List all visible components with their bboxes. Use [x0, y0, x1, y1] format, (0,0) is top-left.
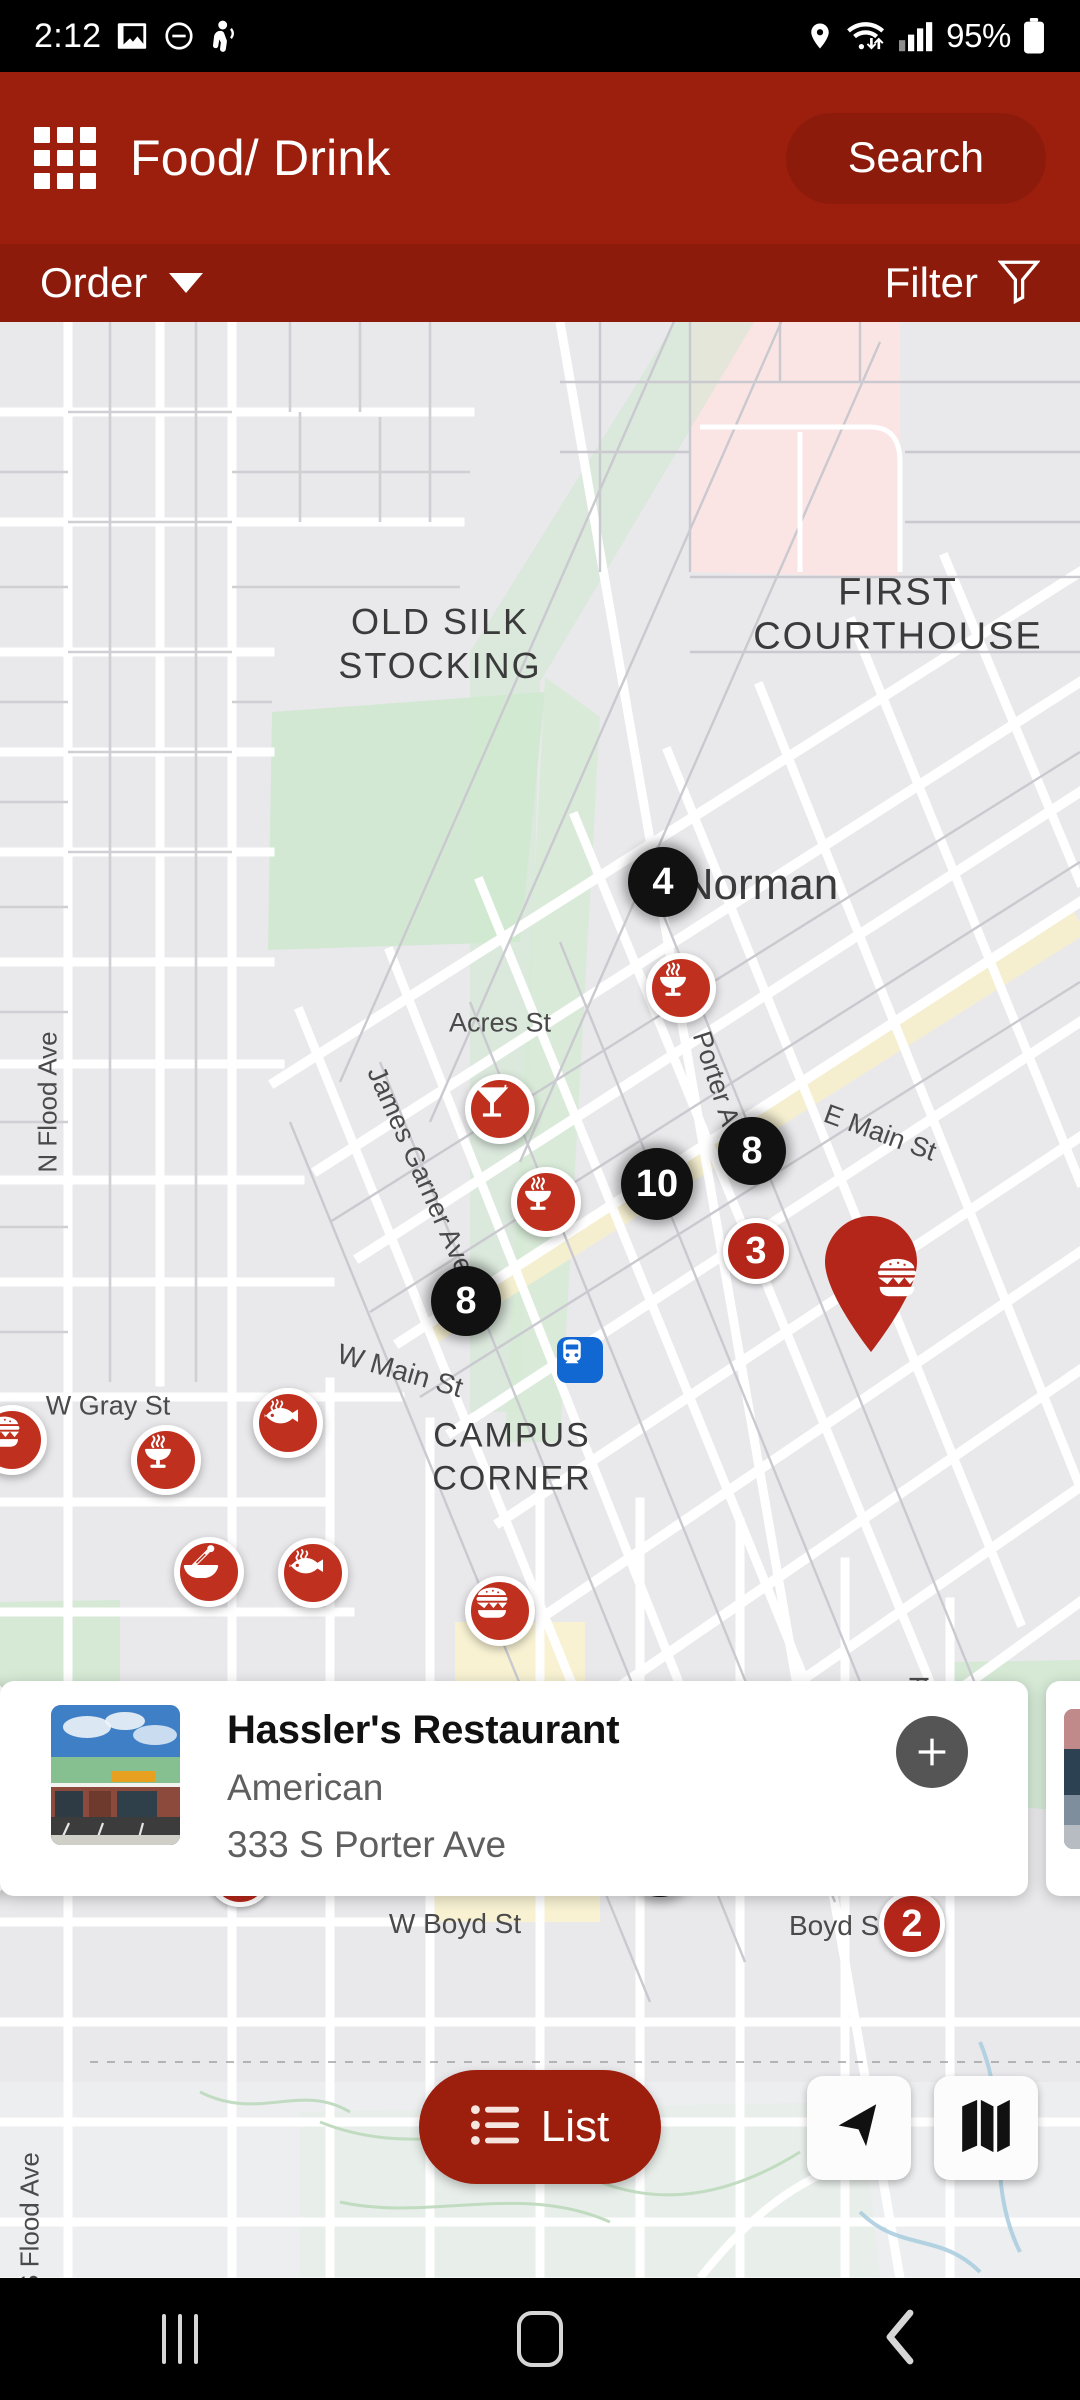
- location-icon: [805, 19, 835, 53]
- place-thumbnail: [51, 1705, 180, 1845]
- map-poi-marker[interactable]: [253, 1388, 323, 1458]
- status-bar-left: 2:12: [34, 17, 239, 56]
- nfc-icon: [209, 19, 239, 53]
- map-cluster-marker[interactable]: 4: [628, 847, 698, 917]
- map-poi-marker[interactable]: [465, 1576, 535, 1646]
- signal-icon: [899, 20, 935, 52]
- filter-button[interactable]: Filter: [884, 258, 1041, 309]
- recents-button[interactable]: [0, 2314, 360, 2364]
- locate-me-button[interactable]: [807, 2076, 911, 2180]
- search-button[interactable]: Search: [785, 112, 1046, 204]
- order-label: Order: [40, 259, 148, 306]
- place-category: American: [227, 1766, 384, 1808]
- map-poi-marker[interactable]: [278, 1538, 348, 1608]
- filter-sort-bar: Order Filter: [0, 244, 1080, 322]
- recents-icon: [162, 2314, 198, 2364]
- add-place-button[interactable]: [896, 1716, 968, 1788]
- place-address: 333 S Porter Ave: [227, 1824, 507, 1866]
- map-poi-marker[interactable]: [511, 1167, 581, 1237]
- page-title: Food/ Drink: [130, 130, 391, 186]
- map-poi-marker[interactable]: [131, 1425, 201, 1495]
- android-navigation-bar: [0, 2278, 1080, 2400]
- grid-menu-icon[interactable]: [34, 127, 96, 189]
- map-cluster-marker[interactable]: 2: [879, 1891, 945, 1957]
- map-cluster-marker[interactable]: 10: [621, 1148, 693, 1220]
- status-bar-right: 95%: [805, 17, 1046, 55]
- battery-icon: [1022, 18, 1046, 54]
- home-icon: [517, 2311, 563, 2367]
- map-type-button[interactable]: [934, 2076, 1038, 2180]
- list-icon: [470, 2103, 519, 2152]
- map-poi-marker[interactable]: [465, 1074, 535, 1144]
- status-bar-clock: 2:12: [34, 16, 102, 55]
- map-icon: [960, 2098, 1012, 2159]
- place-name: Hassler's Restaurant: [227, 1708, 620, 1752]
- map-cluster-marker[interactable]: 3: [723, 1218, 789, 1284]
- do-not-disturb-icon: [163, 20, 195, 52]
- place-card[interactable]: Hassler's Restaurant American 333 S Port…: [0, 1681, 1028, 1896]
- map-canvas[interactable]: OLD SILK STOCKING FIRST COURTHOUSE Norma…: [0, 322, 1080, 2278]
- list-view-label: List: [540, 2102, 610, 2151]
- funnel-icon: [997, 258, 1041, 309]
- navigation-arrow-icon: [831, 2098, 887, 2159]
- status-bar: 2:12 95%: [0, 0, 1080, 72]
- wifi-icon: [846, 19, 888, 53]
- map-selected-pin[interactable]: [817, 1214, 925, 1354]
- map-cluster-marker[interactable]: 8: [431, 1266, 501, 1336]
- next-place-card[interactable]: [1046, 1681, 1080, 1896]
- app-bar: Food/ Drink Search: [0, 72, 1080, 244]
- chevron-down-icon: [169, 273, 204, 293]
- map-poi-marker[interactable]: [646, 953, 716, 1023]
- plus-icon: [918, 1738, 946, 1766]
- place-card-carousel[interactable]: Hassler's Restaurant American 333 S Port…: [0, 1681, 1080, 1896]
- train-icon[interactable]: [557, 1337, 603, 1383]
- phone-screen: 2:12 95% Food/ Drink Search Order Filter…: [0, 0, 1080, 2400]
- map-cluster-marker[interactable]: 8: [718, 1117, 786, 1185]
- next-place-thumbnail: [1064, 1709, 1080, 1849]
- list-view-button[interactable]: List: [419, 2070, 661, 2184]
- map-poi-marker[interactable]: [174, 1537, 244, 1607]
- order-dropdown[interactable]: Order: [40, 259, 204, 307]
- back-chevron-icon: [880, 2307, 920, 2372]
- filter-label: Filter: [884, 259, 978, 306]
- battery-percent: 95%: [946, 17, 1011, 54]
- home-button[interactable]: [360, 2311, 720, 2367]
- back-button[interactable]: [720, 2307, 1080, 2372]
- image-icon: [115, 19, 149, 53]
